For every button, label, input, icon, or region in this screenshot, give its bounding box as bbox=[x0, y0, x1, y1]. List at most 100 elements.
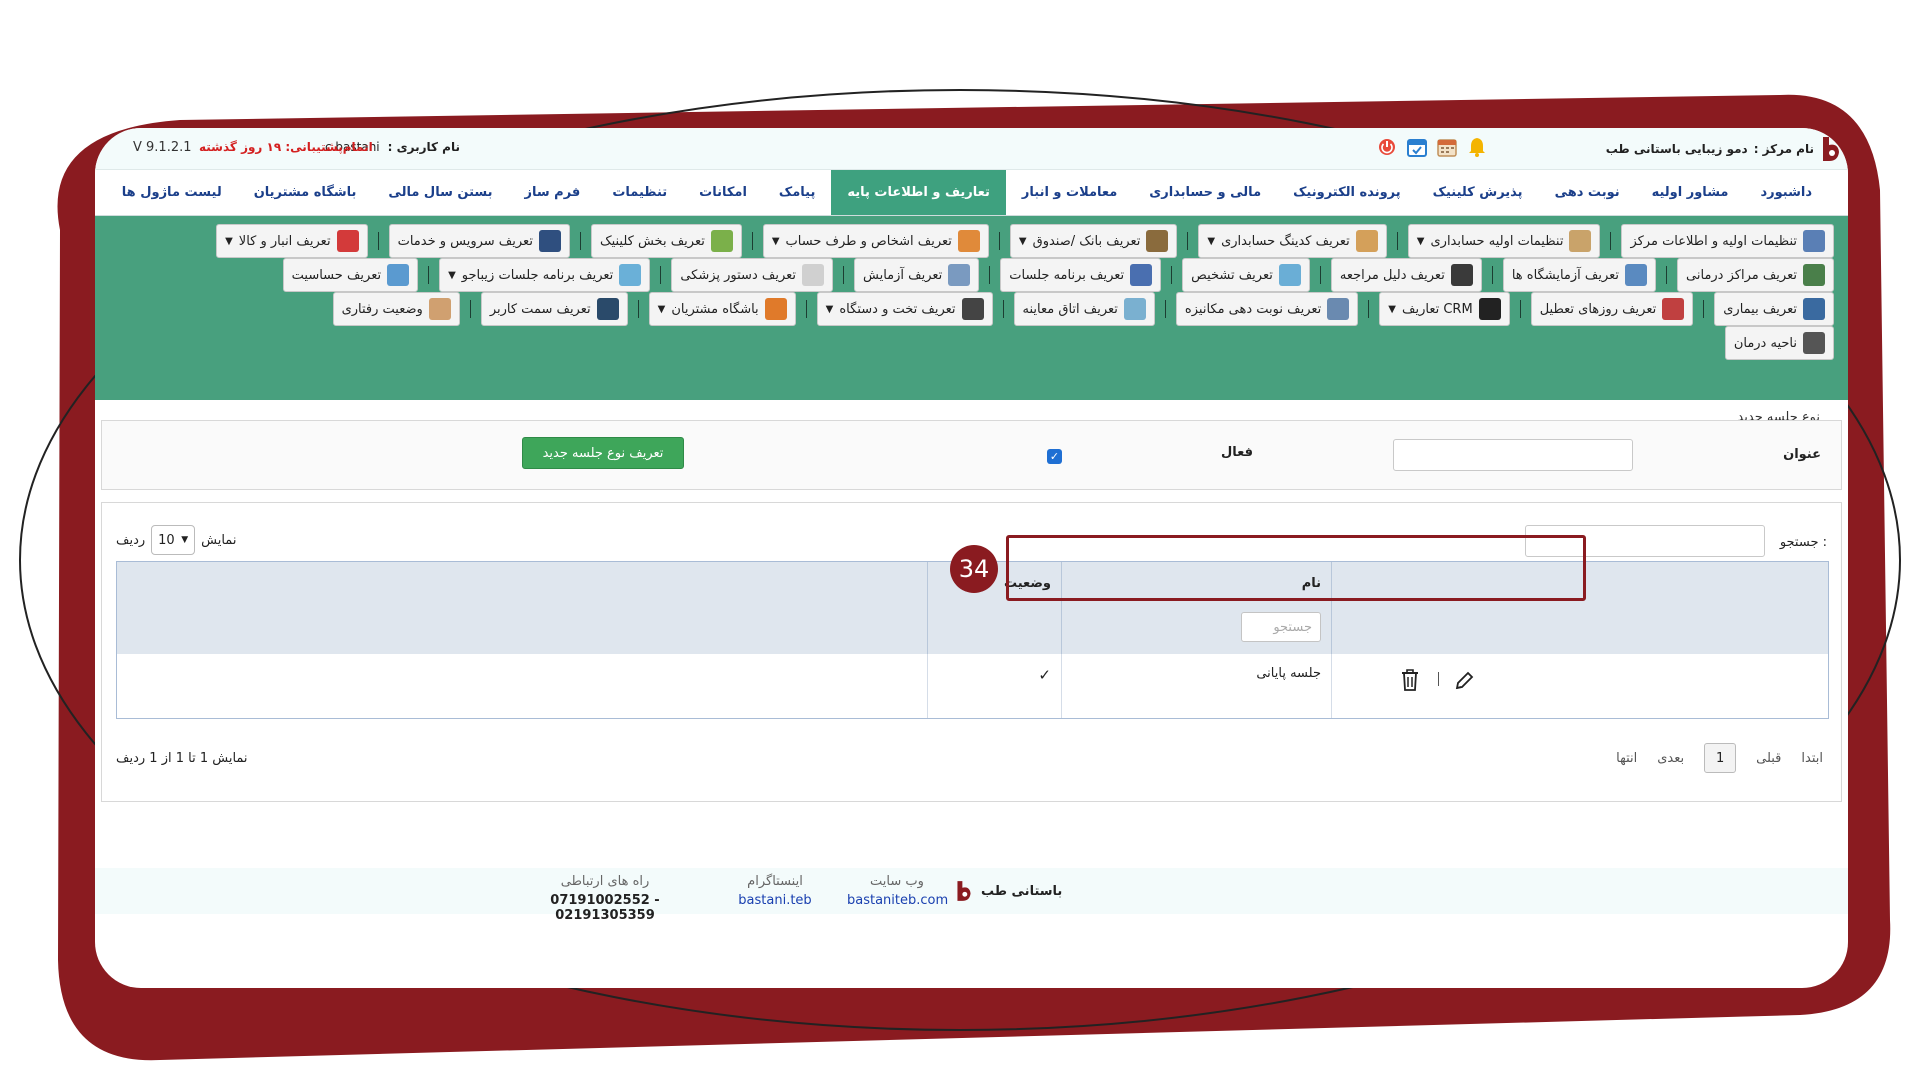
toolbar-separator bbox=[1002, 300, 1004, 318]
name-filter-input[interactable]: جستجو bbox=[1241, 612, 1321, 642]
caret-down-icon[interactable]: ▼ bbox=[448, 270, 456, 281]
power-icon[interactable] bbox=[1375, 135, 1399, 159]
toolbar-button[interactable]: تعریف اشخاص و طرف حساب ▼ bbox=[762, 224, 989, 258]
nav-appointments[interactable]: نوبت دهی bbox=[1539, 170, 1636, 215]
toolbar-button[interactable]: تعریف تشخیص bbox=[1182, 258, 1310, 292]
toolbar-item-label: تعاریف CRM bbox=[1402, 301, 1473, 317]
pager-current[interactable]: 1 bbox=[1704, 743, 1737, 773]
nav-initial-consultant[interactable]: مشاور اولیه bbox=[1636, 170, 1745, 215]
page-size-select[interactable]: 10 ▼ bbox=[151, 525, 196, 555]
toolbar-button[interactable]: تعریف برنامه جلسات زیباجو ▼ bbox=[439, 258, 651, 292]
caret-down-icon[interactable]: ▼ bbox=[772, 236, 780, 247]
logo-icon bbox=[957, 881, 971, 901]
caret-down-icon[interactable]: ▼ bbox=[225, 236, 233, 247]
caret-down-icon[interactable]: ▼ bbox=[1388, 304, 1396, 315]
pager-last[interactable]: انتها bbox=[1616, 751, 1637, 766]
toolbar-item-icon bbox=[1569, 230, 1592, 252]
website-link[interactable]: bastaniteb.com bbox=[847, 893, 948, 908]
toolbar-item-icon bbox=[802, 264, 825, 286]
toolbar-item-label: تعریف روزهای تعطیل bbox=[1539, 301, 1657, 317]
toolbar-item-icon bbox=[1662, 298, 1685, 320]
nav-close-fiscal-year[interactable]: بستن سال مالی bbox=[372, 170, 508, 215]
active-checkbox[interactable]: ✓ bbox=[1047, 449, 1062, 464]
toolbar-button[interactable]: تعریف انبار و کالا ▼ bbox=[216, 224, 368, 258]
toolbar-button[interactable]: تعاریف CRM ▼ bbox=[1379, 292, 1510, 326]
title-input[interactable] bbox=[1393, 439, 1633, 471]
toolbar-button[interactable]: تعریف آزمایش bbox=[854, 258, 980, 292]
nav-form-builder[interactable]: فرم ساز bbox=[509, 170, 597, 215]
toolbar-item-icon bbox=[596, 298, 619, 320]
pager-next[interactable]: بعدی bbox=[1657, 751, 1684, 766]
caret-down-icon[interactable]: ▼ bbox=[1019, 236, 1027, 247]
center-label: نام مرکز : bbox=[1753, 142, 1814, 156]
toolbar-button[interactable]: تعریف اتاق معاینه bbox=[1013, 292, 1155, 326]
nav-settings[interactable]: تنظیمات bbox=[596, 170, 683, 215]
instagram-link[interactable]: bastani.teb bbox=[725, 893, 825, 908]
toolbar-button[interactable]: تعریف برنامه جلسات bbox=[1000, 258, 1162, 292]
edit-icon[interactable] bbox=[1453, 670, 1475, 692]
trash-icon[interactable] bbox=[1399, 668, 1421, 692]
caret-down-icon[interactable]: ▼ bbox=[1207, 236, 1215, 247]
toolbar-button[interactable]: تنظیمات اولیه حسابداری ▼ bbox=[1407, 224, 1601, 258]
nav-clinic-reception[interactable]: پذیرش کلینیک bbox=[1417, 170, 1539, 215]
pagination: ابتدا قبلی 1 بعدی انتها bbox=[1616, 743, 1823, 773]
page-size-value: 10 bbox=[158, 532, 175, 548]
toolbar-item-label: تعریف سمت کاربر bbox=[489, 301, 591, 317]
toolbar-button[interactable]: تعریف کدینگ حسابداری ▼ bbox=[1198, 224, 1387, 258]
new-session-form: عنوان فعال ✓ تعریف نوع جلسه جدید bbox=[101, 420, 1842, 490]
toolbar-item-label: تنظیمات اولیه و اطلاعات مرکز bbox=[1630, 233, 1797, 249]
nav-sms[interactable]: پیامک bbox=[763, 170, 831, 215]
bell-icon[interactable] bbox=[1465, 135, 1489, 159]
nav-customer-club[interactable]: باشگاه مشتریان bbox=[238, 170, 373, 215]
nav-dashboard[interactable]: داشبورد bbox=[1744, 170, 1828, 215]
calendar-icon[interactable] bbox=[1435, 135, 1459, 159]
toolbar-button[interactable]: باشگاه مشتریان ▼ bbox=[648, 292, 796, 326]
calendar-check-icon[interactable] bbox=[1405, 135, 1429, 159]
toolbar-button[interactable]: تعریف حساسیت bbox=[282, 258, 419, 292]
toolbar-separator bbox=[1187, 232, 1189, 250]
toolbar-separator bbox=[1666, 266, 1668, 284]
toolbar-button[interactable]: تعریف بانک /صندوق ▼ bbox=[1009, 224, 1178, 258]
row-name-cell: جلسه پایانی bbox=[1061, 654, 1331, 718]
toolbar-button[interactable]: تعریف مراکز درمانی bbox=[1677, 258, 1834, 292]
toolbar-item-icon bbox=[961, 298, 984, 320]
nav-electronic-record[interactable]: پرونده الکترونیک bbox=[1277, 170, 1417, 215]
support-status: اتمام‌پشتیبانی: ۱۹ روز گذشته bbox=[199, 140, 373, 154]
toolbar-button[interactable]: تعریف دلیل مراجعه bbox=[1330, 258, 1482, 292]
caret-down-icon[interactable]: ▼ bbox=[658, 304, 666, 315]
pager-first[interactable]: ابتدا bbox=[1801, 751, 1823, 766]
nav-features[interactable]: امکانات bbox=[683, 170, 763, 215]
toolbar-button[interactable]: وضعیت رفتاری bbox=[332, 292, 460, 326]
toolbar-button[interactable]: تعریف سرویس و خدمات bbox=[388, 224, 570, 258]
logo-icon bbox=[1823, 137, 1839, 161]
row-status: ✓ bbox=[1038, 666, 1051, 684]
toolbar-button[interactable]: تعریف آزمایشگاه ها bbox=[1502, 258, 1657, 292]
nav-finance[interactable]: مالی و حسابداری bbox=[1133, 170, 1277, 215]
active-label: فعال bbox=[1220, 445, 1253, 460]
toolbar-item-label: ناحیه درمان bbox=[1733, 335, 1797, 351]
toolbar-button[interactable]: ناحیه درمان bbox=[1724, 326, 1834, 360]
toolbar-button[interactable]: تعریف نوبت دهی مکانیزه bbox=[1175, 292, 1359, 326]
footer-instagram: اینستاگرام bastani.teb bbox=[725, 874, 825, 908]
toolbar-separator bbox=[843, 266, 845, 284]
toolbar-item-label: تعریف نوبت دهی مکانیزه bbox=[1184, 301, 1322, 317]
toolbar-separator bbox=[1319, 266, 1321, 284]
define-new-session-button[interactable]: تعریف نوع جلسه جدید bbox=[522, 437, 684, 469]
toolbar-button[interactable]: تعریف تخت و دستگاه ▼ bbox=[816, 292, 993, 326]
toolbar-button[interactable]: تعریف دستور پزشکی bbox=[671, 258, 834, 292]
caret-down-icon[interactable]: ▼ bbox=[826, 304, 834, 315]
stage: نام مرکز : دمو زیبایی باستانی طب نام کار… bbox=[0, 0, 1920, 1080]
caret-down-icon[interactable]: ▼ bbox=[1417, 236, 1425, 247]
toolbar-item-icon bbox=[428, 298, 451, 320]
toolbar-button[interactable]: تعریف سمت کاربر bbox=[480, 292, 628, 326]
toolbar-button[interactable]: تعریف بخش کلینیک bbox=[590, 224, 742, 258]
toolbar-separator bbox=[1171, 266, 1173, 284]
toolbar-button[interactable]: تنظیمات اولیه و اطلاعات مرکز bbox=[1621, 224, 1834, 258]
nav-definitions[interactable]: تعاریف و اطلاعات پایه bbox=[831, 170, 1006, 215]
toolbar-button[interactable]: تعریف روزهای تعطیل bbox=[1530, 292, 1694, 326]
nav-module-list[interactable]: لیست ماژول ها bbox=[106, 170, 238, 215]
nav-trade-warehouse[interactable]: معاملات و انبار bbox=[1006, 170, 1133, 215]
toolbar-button[interactable]: تعریف بیماری bbox=[1714, 292, 1834, 326]
toolbar-separator bbox=[1368, 300, 1370, 318]
pager-prev[interactable]: قبلی bbox=[1756, 751, 1781, 766]
